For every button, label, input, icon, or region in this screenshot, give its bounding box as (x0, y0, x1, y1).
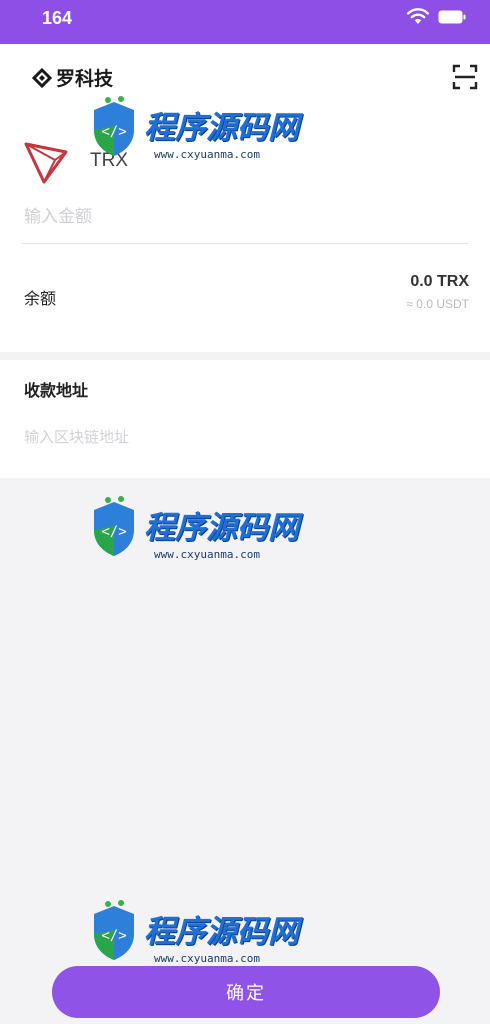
watermark-title: 程序源码网 (144, 914, 299, 950)
token-symbol: TRX (90, 150, 128, 171)
battery-icon (438, 10, 466, 24)
watermark: </> 程序源码网 www.cxyuanma.com (88, 496, 308, 606)
divider (22, 243, 468, 244)
tron-logo-icon (24, 142, 68, 184)
watermark-title: 程序源码网 (144, 510, 299, 546)
wifi-icon (407, 8, 429, 24)
shield-logo-icon: </> (94, 496, 134, 556)
status-time: 164 (42, 8, 73, 28)
watermark-url: www.cxyuanma.com (154, 548, 260, 561)
confirm-button[interactable]: 确定 (52, 966, 440, 1018)
address-input[interactable] (22, 420, 472, 454)
diamond-logo-icon (32, 67, 52, 88)
brand: 罗科技 (32, 64, 113, 91)
amount-input[interactable] (22, 198, 472, 236)
scan-icon[interactable] (452, 64, 478, 90)
shield-logo-icon: </> (94, 900, 134, 960)
balance-fiat-value: ≈ 0.0 USDT (406, 297, 469, 311)
balance-value: 0.0 TRX (410, 273, 469, 290)
status-bar: 164 (0, 0, 490, 44)
svg-text:</>: </> (101, 928, 126, 944)
address-label: 收款地址 (24, 381, 89, 400)
svg-text:</>: </> (101, 524, 126, 540)
balance-label: 余额 (24, 289, 57, 308)
watermark-url: www.cxyuanma.com (154, 952, 260, 965)
brand-name: 罗科技 (56, 68, 114, 90)
